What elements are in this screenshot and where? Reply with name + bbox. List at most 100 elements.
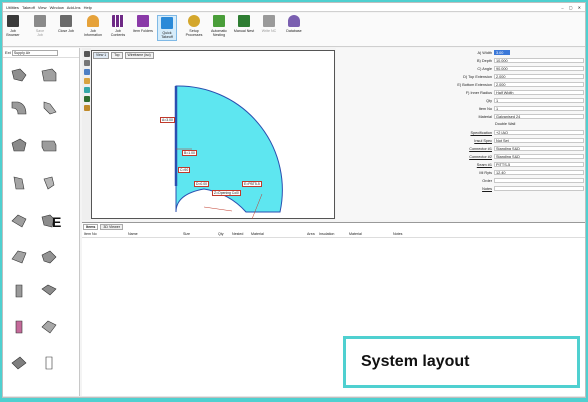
fitting-tile[interactable]	[6, 64, 32, 88]
inner-radius-select[interactable]: Half Width	[494, 90, 584, 95]
material-select[interactable]: Galvanised 24	[494, 114, 584, 119]
connector1-select[interactable]: Standing S&D	[494, 146, 584, 151]
order-input[interactable]	[494, 178, 584, 183]
bottom-extension-input[interactable]: 2.000	[494, 82, 584, 87]
fitting-tile[interactable]	[36, 280, 62, 304]
notes-input[interactable]	[494, 186, 584, 191]
drawing-view[interactable]: View 1 Top Wireframe (iso) A=3.00 B=1.00…	[91, 50, 335, 219]
menu-addins[interactable]: Add-Ins	[67, 5, 81, 10]
select-icon[interactable]	[83, 69, 90, 75]
mi-input[interactable]: 12.40	[494, 170, 584, 175]
job-information-button[interactable]: Job Information	[83, 15, 103, 37]
item-no-input[interactable]: 1	[494, 106, 584, 111]
job-browser-button[interactable]: Job Browser	[5, 15, 21, 37]
col-insul-material[interactable]: Material	[349, 231, 362, 238]
dimension-icon[interactable]	[83, 105, 90, 111]
bend-fitting-icon	[11, 101, 27, 115]
cap-fitting-icon	[43, 176, 55, 190]
prop-mi-row: Mi Ryts 12.40	[336, 170, 585, 176]
fitting-tile[interactable]	[36, 97, 62, 121]
double-wall-checkbox[interactable]: Double Wall	[494, 122, 584, 127]
fitting-tile[interactable]	[6, 316, 32, 340]
quick-takeoff-button[interactable]: Quick Takeoff	[157, 15, 177, 42]
menu-help[interactable]: Help	[84, 5, 92, 10]
fitting-tile[interactable]	[36, 64, 62, 88]
write-nc-button[interactable]: Write NC	[260, 15, 278, 33]
rotate-icon[interactable]	[83, 87, 90, 93]
col-notes[interactable]: Notes	[393, 231, 402, 238]
fitting-tile[interactable]	[6, 97, 32, 121]
fitting-tile[interactable]	[36, 246, 62, 270]
save-job-button[interactable]: Save Job	[33, 15, 47, 37]
library-header: Ext Supply Air	[3, 48, 79, 58]
fitting-tile[interactable]	[36, 316, 62, 340]
fitting-tile[interactable]	[6, 134, 32, 158]
menu-utilities[interactable]: Utilities	[6, 5, 19, 10]
col-name[interactable]: Name	[128, 231, 138, 238]
menu-bar: Utilities Takeoff View Window Add-Ins He…	[3, 3, 585, 12]
insul-spec-select[interactable]: Not Set	[494, 138, 584, 143]
item-folders-button[interactable]: Item Folders	[133, 15, 153, 33]
top-extension-input[interactable]: 2.000	[494, 74, 584, 79]
tab-items[interactable]: Items	[83, 224, 99, 230]
measure-icon[interactable]	[83, 78, 90, 84]
pan-icon[interactable]	[83, 51, 90, 57]
connector2-select[interactable]: Standing S&D	[494, 154, 584, 159]
fitting-tile[interactable]	[36, 352, 62, 376]
depth-input[interactable]: 10.000	[494, 58, 584, 63]
col-qty[interactable]: Qty	[218, 231, 224, 238]
layer-icon[interactable]	[83, 96, 90, 102]
zoom-icon[interactable]	[83, 60, 90, 66]
specification-select[interactable]: +2 IAQ	[494, 130, 584, 135]
col-material[interactable]: Material	[251, 231, 264, 238]
setup-processes-button[interactable]: Setup Processes	[184, 15, 204, 37]
insul-spec-link[interactable]: Insul Spec	[474, 138, 492, 144]
tab-3d-viewer[interactable]: 3D Viewer	[100, 224, 123, 230]
connector2-link[interactable]: Connector #2	[469, 154, 492, 160]
specification-link[interactable]: Specification	[470, 130, 492, 136]
menu-window[interactable]: Window	[50, 5, 64, 10]
prop-label: Qty	[486, 99, 492, 103]
fitting-tile[interactable]	[6, 172, 32, 196]
seam-link[interactable]: Seam #1	[477, 162, 492, 168]
service-select[interactable]: Supply Air	[11, 49, 58, 56]
write-nc-label: Write NC	[261, 29, 277, 33]
fitting-tile[interactable]: E	[36, 210, 62, 234]
width-input[interactable]: 3.00	[494, 50, 510, 55]
close-job-button[interactable]: Close Job	[58, 15, 74, 33]
connector1-link[interactable]: Connector #1	[469, 146, 492, 152]
transition-fitting-icon	[11, 138, 27, 152]
fitting-tile[interactable]	[36, 172, 62, 196]
col-item-no[interactable]: Item No	[84, 231, 97, 238]
fitting-tile[interactable]	[36, 134, 62, 158]
job-contents-button[interactable]: Job Contents	[109, 15, 127, 37]
prop-seam-row: Seam #1 PITTS-5	[336, 162, 585, 168]
manual-nest-button[interactable]: Manual Nest	[233, 15, 255, 33]
menu-view[interactable]: View	[38, 5, 47, 10]
col-insulation[interactable]: Insulation	[319, 231, 334, 238]
prop-order-row: Order	[336, 178, 585, 184]
folders-icon	[137, 15, 149, 27]
automatic-nesting-button[interactable]: Automatic Nesting	[208, 15, 230, 37]
notes-link[interactable]: Notes	[482, 186, 492, 192]
fitting-tile[interactable]	[6, 246, 32, 270]
database-button[interactable]: Database	[285, 15, 303, 33]
col-area[interactable]: Area	[307, 231, 315, 238]
fitting-tile[interactable]	[6, 280, 32, 304]
prop-label: Item No	[478, 107, 492, 111]
menu-takeoff[interactable]: Takeoff	[22, 5, 35, 10]
elbow-fitting-icon	[11, 68, 27, 82]
qty-input[interactable]: 1	[494, 98, 584, 103]
fitting-tile[interactable]	[6, 210, 32, 234]
tab-view-1[interactable]: View 1	[93, 52, 110, 59]
prop-label: B) Depth	[477, 59, 492, 63]
fitting-tile[interactable]	[6, 352, 32, 376]
tab-wireframe[interactable]: Wireframe (iso)	[124, 52, 154, 59]
col-size[interactable]: Size	[183, 231, 190, 238]
window-controls[interactable]: – ▢ ✕	[561, 3, 583, 12]
seam-select[interactable]: PITTS-5	[494, 162, 584, 167]
angle-input[interactable]: 90.000	[494, 66, 584, 71]
tab-top[interactable]: Top	[111, 52, 123, 59]
col-nested[interactable]: Nested	[232, 231, 243, 238]
prop-connector2-row: Connector #2 Standing S&D	[336, 154, 585, 160]
